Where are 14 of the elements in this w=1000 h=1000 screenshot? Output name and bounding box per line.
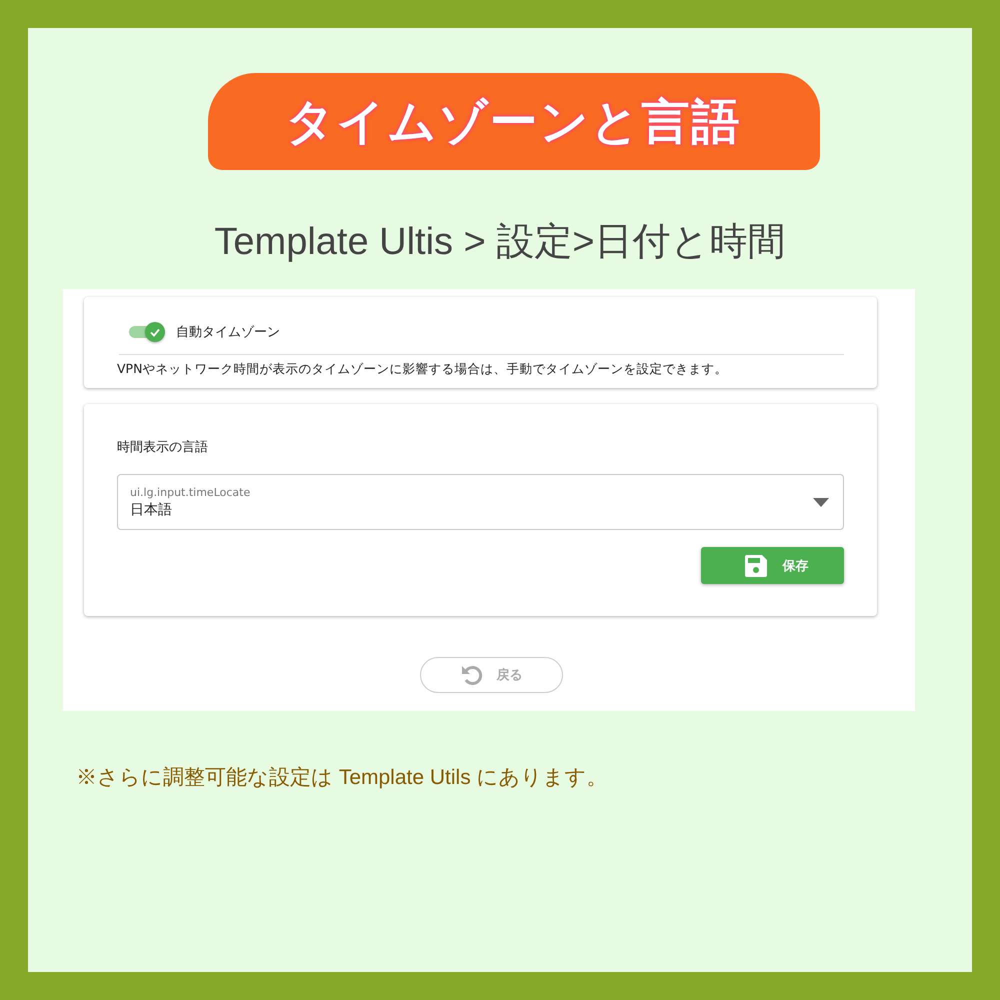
field-label: ui.lg.input.timeLocate [130,486,252,498]
title-banner: タイムゾーンと言語 [208,73,820,170]
toggle-label: 自動タイムゾーン [176,324,280,341]
breadcrumb: Template Ultis > 設定>日付と時間 [214,220,786,265]
note-text: ※さらに調整可能な設定は Template Utils にあります。 [76,765,608,791]
save-button[interactable]: 保存 [701,547,844,584]
description-text: VPNやネットワーク時間が表示のタイムゾーンに影響する場合は、手動でタイムゾーンを設定できます。 [117,361,728,378]
field-value: 日本語 [130,500,173,518]
language-select[interactable]: ui.lg.input.timeLocate 日本語 [117,474,844,530]
dropdown-icon[interactable] [813,498,829,506]
save-icon [744,554,766,576]
undo-icon [460,664,482,686]
section-label: 時間表示の言語 [117,439,209,456]
toggle-switch[interactable] [129,322,165,342]
